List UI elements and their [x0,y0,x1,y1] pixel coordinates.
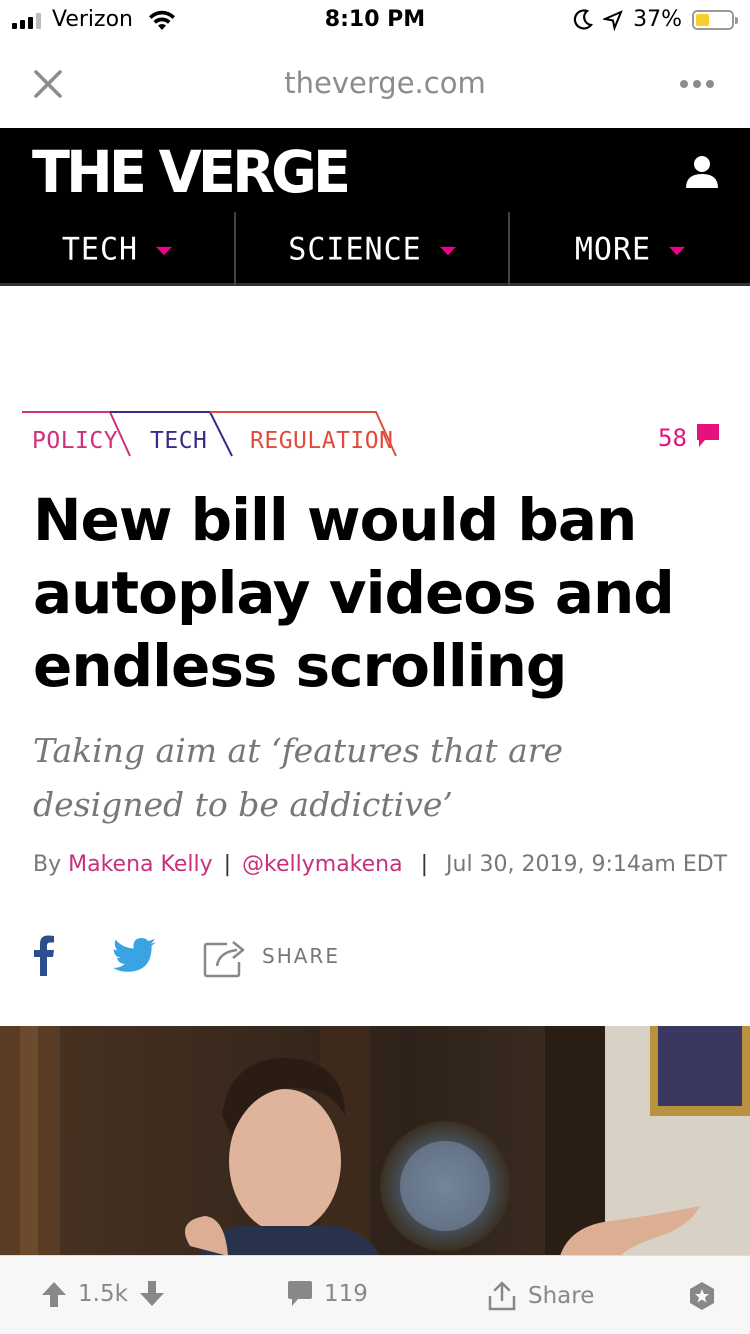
comment-bubble-icon [288,1281,312,1306]
byline: By Makena Kelly | @kellymakena | Jul 30,… [33,852,727,877]
bottom-toolbar: 1.5k 119 Share [0,1255,750,1334]
star-badge-icon [690,1282,714,1310]
upload-share-icon [488,1281,516,1311]
byline-separator: | [413,852,436,877]
site-header: THE VERGE TECH SCIENCE MORE [0,128,750,286]
nav-item-more[interactable]: MORE [508,212,750,286]
twitter-icon[interactable] [113,938,157,974]
tag-regulation[interactable]: REGULATION [250,428,393,454]
publish-date: Jul 30, 2019, 9:14am EDT [446,852,728,877]
comments-button[interactable]: 119 [286,1280,368,1308]
share-text: Share [528,1283,595,1309]
article-tags: POLICY TECH REGULATION [22,410,422,458]
byline-by: By [33,852,62,877]
location-arrow-icon [603,9,623,31]
nav-item-science[interactable]: SCIENCE [234,212,508,286]
downvote-arrow-icon[interactable] [138,1280,166,1308]
user-icon[interactable] [684,154,720,190]
more-dots-icon[interactable] [680,80,714,88]
battery-icon [692,9,738,30]
browser-url-bar: theverge.com [0,40,750,128]
upvote-arrow-icon[interactable] [40,1280,68,1308]
nav-item-label: TECH [61,230,139,268]
lead-photo-image [0,1026,750,1256]
lead-photo [0,1026,750,1256]
comment-bubble-icon [696,424,719,447]
facebook-icon[interactable] [33,934,55,976]
tag-tech[interactable]: TECH [150,428,207,454]
nav-item-label: SCIENCE [288,230,422,268]
tag-policy[interactable]: POLICY [32,428,118,454]
nav-item-tech[interactable]: TECH [0,212,234,286]
status-bar: Verizon 8:10 PM 37% [0,0,750,40]
article-headline: New bill would ban autoplay videos and e… [33,486,675,700]
share-label[interactable]: SHARE [262,944,340,968]
caret-down-icon [156,246,173,256]
share-icon[interactable] [203,936,247,978]
caret-down-icon [669,246,686,256]
site-logo[interactable]: THE VERGE [32,138,351,206]
bookmark-button[interactable] [686,1280,718,1312]
url-text[interactable]: theverge.com [0,66,750,100]
comment-count-link[interactable]: 58 [658,424,721,452]
caret-down-icon [439,246,456,256]
share-row: SHARE [33,934,433,980]
comment-count: 119 [324,1281,368,1307]
nav-item-label: MORE [574,230,652,268]
author-link[interactable]: Makena Kelly [68,852,212,877]
moon-icon [573,8,594,30]
comment-count: 58 [658,424,687,452]
byline-separator: | [223,852,232,877]
main-nav: TECH SCIENCE MORE [0,212,750,286]
share-button[interactable]: Share [486,1280,594,1312]
article-dek: Taking aim at ‘features that are designe… [33,731,564,824]
battery-percent: 37% [633,7,682,32]
upvote-count: 1.5k [78,1281,128,1307]
author-handle-link[interactable]: @kellymakena [242,852,403,877]
vote-group: 1.5k [40,1280,166,1308]
